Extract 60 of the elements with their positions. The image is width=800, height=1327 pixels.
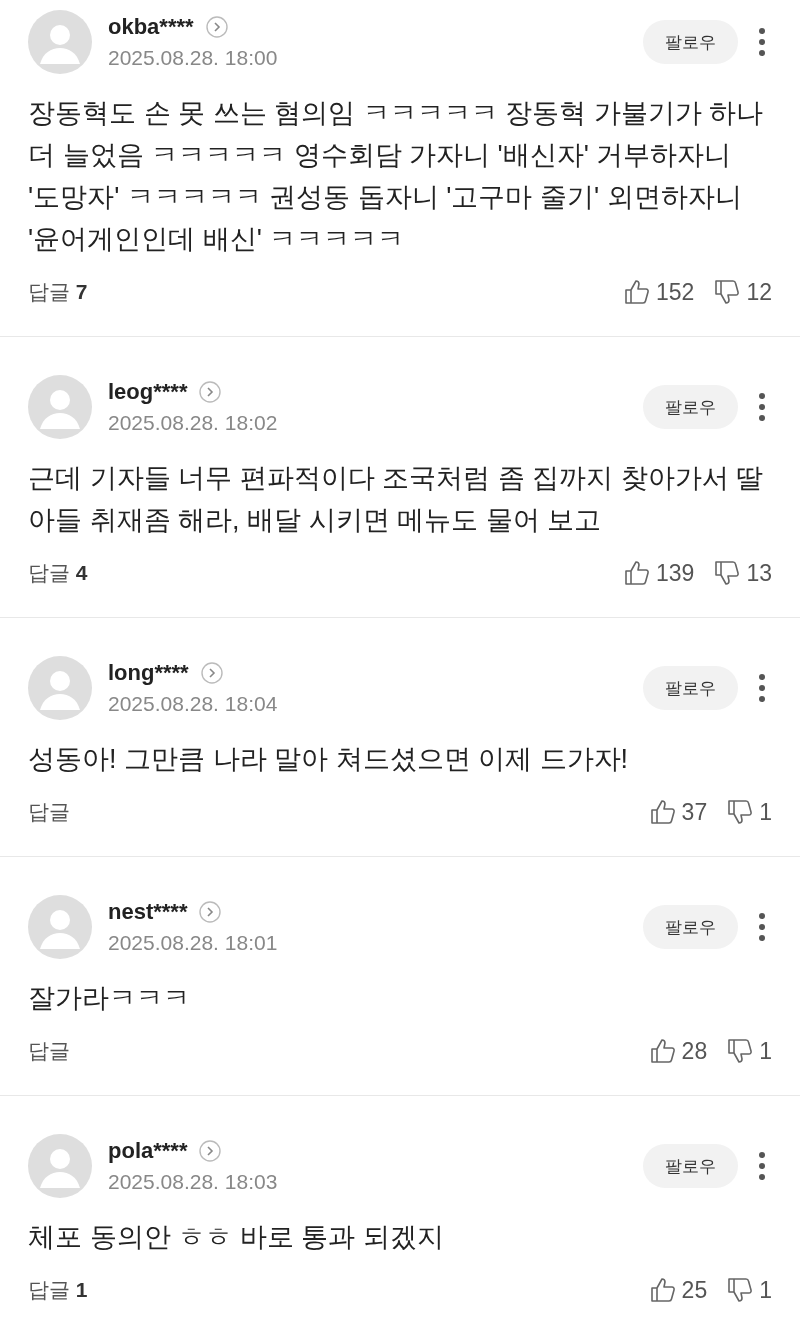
comment-text: 근데 기자들 너무 편파적이다 조국처럼 좀 집까지 찾아가서 딸 아들 취재좀 해라, 배달 시키면 메뉴도 물어 보고 bbox=[28, 462, 764, 537]
chevron-icon[interactable] bbox=[205, 16, 228, 38]
more-icon[interactable] bbox=[758, 673, 766, 703]
username[interactable]: pola**** bbox=[108, 1138, 188, 1164]
thumbs-down-icon bbox=[714, 560, 741, 586]
follow-button[interactable]: 팔로우 bbox=[643, 20, 738, 64]
dislike-button[interactable]: 13 bbox=[714, 559, 772, 587]
thumbs-down-icon bbox=[714, 279, 741, 305]
like-button[interactable]: 25 bbox=[649, 1276, 708, 1304]
follow-button[interactable]: 팔로우 bbox=[643, 905, 738, 949]
like-button[interactable]: 152 bbox=[624, 278, 695, 306]
thumbs-up-icon bbox=[624, 279, 651, 305]
comment-text: 잘가라ㅋㅋㅋ bbox=[28, 982, 191, 1015]
reply-button[interactable]: 답글 1 bbox=[28, 1276, 88, 1304]
more-icon[interactable] bbox=[758, 912, 766, 942]
like-button[interactable]: 28 bbox=[649, 1037, 708, 1065]
chevron-icon[interactable] bbox=[199, 381, 222, 403]
thumbs-up-icon bbox=[649, 1277, 676, 1303]
more-icon[interactable] bbox=[758, 392, 766, 422]
thumbs-up-icon bbox=[649, 799, 676, 825]
chevron-icon[interactable] bbox=[200, 662, 223, 684]
username[interactable]: long**** bbox=[108, 660, 189, 686]
dislike-button[interactable]: 1 bbox=[727, 1037, 772, 1065]
comment-text: 장동혁도 손 못 쓰는 혐의임 ㅋㅋㅋㅋㅋ 장동혁 가불기가 하나 더 늘었음 ㅋㅋㅋㅋㅋ 영수회담 가자니 '배신자' 거부하자니 '도망자' ㅋㅋㅋㅋㅋ 권성동 돕자니 '고구마 줄기' 외면하자니 '윤어게인인데 배신' ㅋㅋㅋㅋㅋ bbox=[28, 97, 764, 256]
reply-button[interactable]: 답글 bbox=[28, 1037, 70, 1065]
avatar-icon[interactable] bbox=[28, 1134, 92, 1198]
thumbs-up-icon bbox=[624, 560, 651, 586]
username[interactable]: okba**** bbox=[108, 14, 194, 40]
reply-button[interactable]: 답글 7 bbox=[28, 278, 88, 306]
comment-date: 2025.08.28. 18:03 bbox=[108, 1170, 279, 1194]
comment-date: 2025.08.28. 18:04 bbox=[108, 692, 279, 716]
comment-text: 체포 동의안 ㅎㅎ 바로 통과 되겠지 bbox=[28, 1221, 445, 1254]
comment-date: 2025.08.28. 18:02 bbox=[108, 411, 279, 435]
thumbs-down-icon bbox=[727, 1038, 754, 1064]
follow-button[interactable]: 팔로우 bbox=[643, 385, 738, 429]
avatar-icon[interactable] bbox=[28, 656, 92, 720]
username[interactable]: nest**** bbox=[108, 899, 188, 925]
like-button[interactable]: 139 bbox=[624, 559, 695, 587]
comment-date: 2025.08.28. 18:01 bbox=[108, 931, 279, 955]
avatar-icon[interactable] bbox=[28, 10, 92, 74]
thumbs-up-icon bbox=[649, 1038, 676, 1064]
like-button[interactable]: 37 bbox=[649, 798, 708, 826]
comment-date: 2025.08.28. 18:00 bbox=[108, 46, 279, 70]
avatar-icon[interactable] bbox=[28, 895, 92, 959]
dislike-button[interactable]: 1 bbox=[727, 798, 772, 826]
thumbs-down-icon bbox=[727, 799, 754, 825]
reply-button[interactable]: 답글 bbox=[28, 798, 70, 826]
comment-text: 성동아! 그만큼 나라 말아 쳐드셨으면 이제 드가자! bbox=[28, 743, 629, 776]
more-icon[interactable] bbox=[758, 1151, 766, 1181]
dislike-button[interactable]: 12 bbox=[714, 278, 772, 306]
avatar-icon[interactable] bbox=[28, 375, 92, 439]
follow-button[interactable]: 팔로우 bbox=[643, 666, 738, 710]
more-icon[interactable] bbox=[758, 27, 766, 57]
reply-button[interactable]: 답글 4 bbox=[28, 559, 88, 587]
username[interactable]: leog**** bbox=[108, 379, 188, 405]
chevron-icon[interactable] bbox=[199, 1140, 222, 1162]
follow-button[interactable]: 팔로우 bbox=[643, 1144, 738, 1188]
dislike-button[interactable]: 1 bbox=[727, 1276, 772, 1304]
chevron-icon[interactable] bbox=[199, 901, 222, 923]
thumbs-down-icon bbox=[727, 1277, 754, 1303]
